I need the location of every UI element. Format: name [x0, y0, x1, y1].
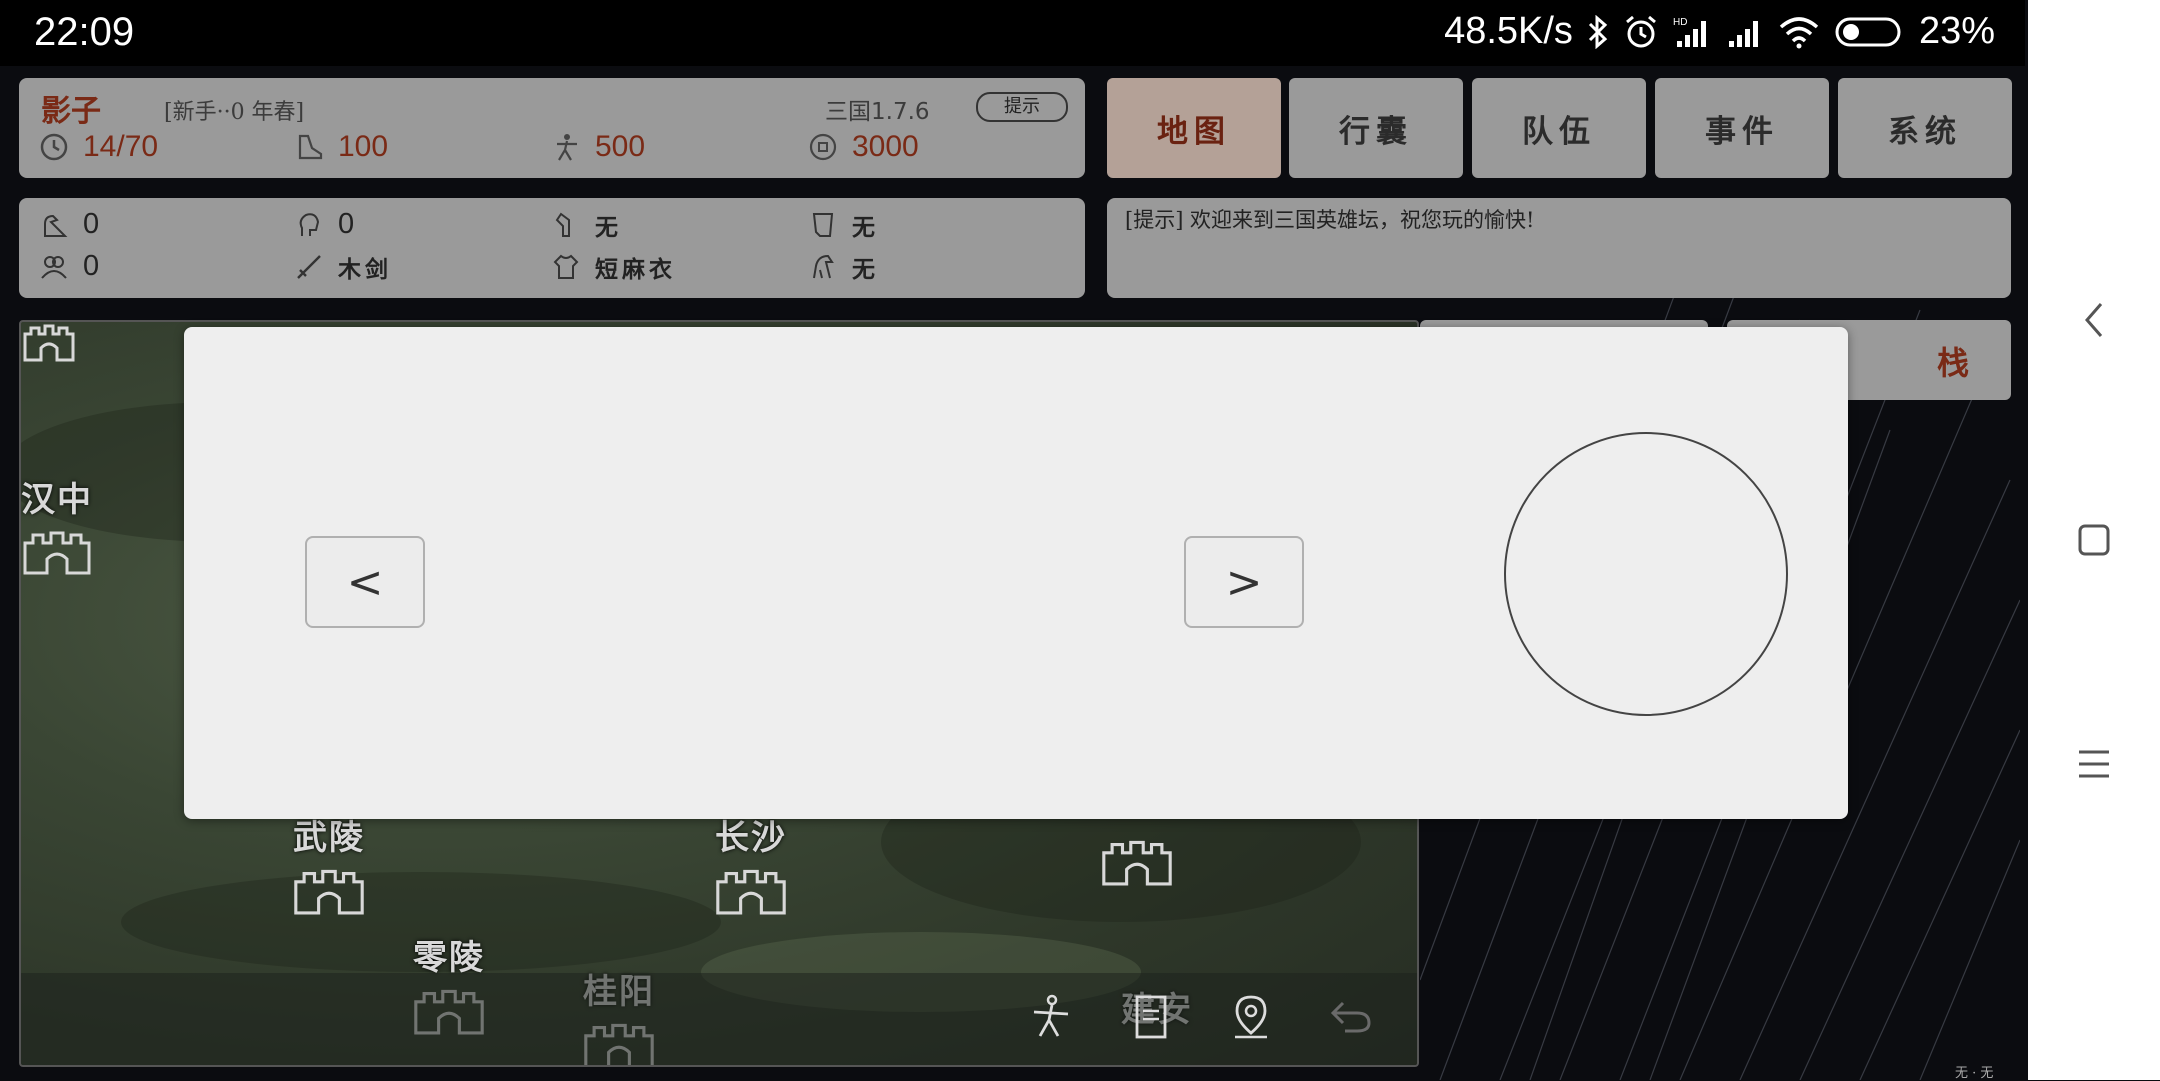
map-pin-icon	[1235, 995, 1267, 1039]
equip-book-value: 无	[852, 214, 879, 241]
message-panel: [提示] 欢迎来到三国英雄坛，祝您玩的愉快!	[1107, 198, 2011, 298]
alarm-icon	[1625, 15, 1656, 47]
equip-head-value: 无	[595, 214, 622, 241]
journal-button[interactable]	[1125, 991, 1177, 1043]
stat-hp-value: 500	[595, 130, 646, 163]
player-panel: 影子 [新手··0 年春] 三国1.7.6 提示 14/70 100 500 3…	[19, 78, 1085, 178]
tab-team[interactable]: 队伍	[1472, 78, 1646, 178]
tab-map[interactable]: 地图	[1107, 78, 1281, 178]
signal-icon	[1728, 20, 1758, 47]
attr-1-value: 0	[83, 208, 100, 240]
city-top-left[interactable]	[21, 322, 77, 362]
tab-bag[interactable]: 行囊	[1289, 78, 1463, 178]
footer-text: 无 · 无	[1955, 1066, 1994, 1081]
city-wuling[interactable]: 武陵	[291, 810, 367, 915]
undo-icon	[1330, 1001, 1371, 1033]
document-icon	[1135, 995, 1167, 1039]
city-changsha[interactable]: 长沙	[713, 810, 789, 915]
status-bar: 22:09 48.5K/s HD 23%	[0, 0, 2025, 66]
equip-book: 无	[808, 208, 879, 242]
castle-icon	[23, 324, 75, 362]
city-hanzhong[interactable]: 汉中	[21, 472, 93, 575]
fighter-icon	[557, 134, 577, 161]
fighter-icon	[1033, 994, 1069, 1037]
equip-mount: 无	[808, 250, 879, 284]
stat-stamina-value: 100	[338, 130, 389, 163]
equip-armor-value: 短麻衣	[595, 256, 676, 283]
prev-button[interactable]: <	[305, 536, 425, 628]
stat-money-value: 3000	[852, 130, 919, 163]
nav-menu-button[interactable]	[2064, 734, 2124, 794]
status-indicators: 48.5K/s HD 23%	[1444, 10, 1995, 53]
map-toolbar	[21, 973, 1417, 1065]
city-name: 汉中	[21, 480, 93, 520]
battery-percent: 23%	[1918, 10, 1995, 52]
city-east[interactable]	[1099, 830, 1175, 886]
stat-money: 3000	[808, 130, 919, 164]
shirt-icon	[553, 254, 579, 279]
return-button[interactable]	[1325, 991, 1377, 1043]
nav-home-button[interactable]	[2064, 510, 2124, 570]
signal-hd-icon: HD	[1673, 17, 1706, 47]
helmet-icon	[555, 212, 570, 237]
tab-events[interactable]: 事件	[1655, 78, 1829, 178]
group-icon	[41, 255, 67, 279]
attributes-panel: 0 0 无 无 0 木剑 短麻衣 无	[19, 198, 1085, 298]
menu-icon	[2079, 750, 2109, 778]
equip-armor: 短麻衣	[551, 250, 676, 284]
status-time: 22:09	[34, 10, 135, 54]
stat-stamina: 100	[294, 130, 388, 164]
svg-text:HD: HD	[1673, 17, 1687, 28]
attr-3-value: 0	[83, 250, 100, 282]
equip-weapon-value: 木剑	[338, 256, 392, 283]
system-nav-bar	[2028, 0, 2160, 1080]
network-speed: 48.5K/s	[1444, 10, 1573, 52]
stat-time-value: 14/70	[83, 130, 159, 163]
clock-icon	[40, 133, 68, 161]
nav-back-button[interactable]	[2064, 290, 2124, 350]
attr-2: 0	[294, 208, 354, 241]
castle-icon	[23, 531, 91, 575]
player-rank: [新手··0 年春]	[164, 100, 305, 125]
character-button[interactable]	[1025, 991, 1077, 1043]
player-name: 影子	[41, 94, 101, 129]
stack-button-label: 栈	[1936, 344, 1969, 382]
message-text: [提示] 欢迎来到三国英雄坛，祝您玩的愉快!	[1125, 208, 1535, 232]
selection-dialog: < >	[184, 327, 1848, 819]
location-button[interactable]	[1225, 991, 1277, 1043]
tab-system[interactable]: 系统	[1838, 78, 2012, 178]
attr-1: 0	[39, 208, 99, 241]
coin-icon	[809, 133, 837, 161]
wifi-icon	[1779, 16, 1819, 48]
boot-icon	[298, 134, 323, 160]
stat-hp: 500	[551, 130, 645, 164]
chevron-left-icon	[2085, 303, 2103, 337]
equip-weapon: 木剑	[294, 250, 392, 284]
battery-icon	[1835, 17, 1901, 46]
castle-icon	[294, 869, 364, 915]
sword-icon	[297, 255, 321, 279]
next-button[interactable]: >	[1184, 536, 1304, 628]
book-icon	[812, 213, 834, 237]
game-version: 三国1.7.6	[825, 99, 930, 125]
attr-2-value: 0	[338, 208, 355, 240]
bluetooth-icon	[1588, 14, 1608, 49]
castle-icon	[1102, 840, 1172, 886]
stat-time: 14/70	[39, 130, 158, 164]
confirm-circle-button[interactable]	[1504, 432, 1788, 716]
equip-head: 无	[551, 208, 622, 242]
attr-3: 0	[39, 250, 99, 283]
city-name: 零陵	[413, 938, 485, 978]
strength-icon	[44, 214, 68, 237]
equip-mount-value: 无	[852, 256, 879, 283]
castle-icon	[716, 869, 786, 915]
head-icon	[299, 212, 320, 236]
horse-icon	[813, 254, 834, 279]
square-icon	[2078, 524, 2110, 556]
hint-button[interactable]: 提示	[976, 92, 1068, 122]
